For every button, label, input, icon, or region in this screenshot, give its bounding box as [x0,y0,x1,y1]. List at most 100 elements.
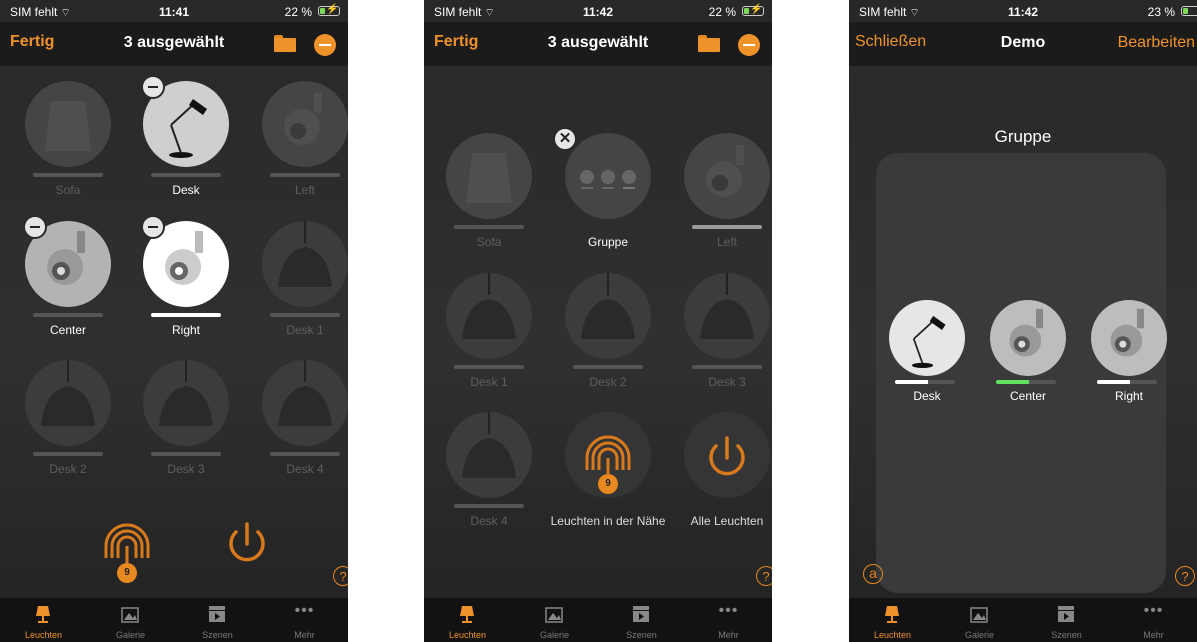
lamp-tab-icon [885,606,899,623]
group-member-center[interactable]: Center [988,300,1068,403]
minus-circle-icon[interactable] [738,34,760,56]
close-button[interactable]: Schließen [855,33,926,51]
status-bar: SIM fehlt ⌔ 11:42 23 % [849,0,1197,22]
lamp-tab-icon [36,606,50,623]
light-label: Desk [172,183,200,197]
group-member-right[interactable]: Right [1089,300,1169,403]
group-title: Gruppe [994,127,1052,146]
pendant-lamp-icon [565,273,651,359]
light-tile-desk[interactable]: Desk [131,75,241,201]
auto-icon[interactable]: a [863,564,883,584]
help-icon[interactable]: ? [333,566,348,586]
all-lights-tile[interactable]: Alle Leuchten [672,412,772,532]
light-label: Gruppe [587,235,629,249]
help-icon[interactable]: ? [1175,566,1195,586]
tab-szenen[interactable]: Szenen [1023,598,1110,642]
battery-icon: ⚡ [742,4,764,16]
light-label: Desk 1 [470,375,508,389]
power-icon [684,412,770,498]
all-lights-power-button[interactable] [204,500,290,586]
pendant-lamp-icon [446,273,532,359]
tab-szenen[interactable]: Szenen [598,598,685,642]
lamp-tab-icon [460,606,474,623]
tab-galerie[interactable]: Galerie [511,598,598,642]
light-label: Center [49,323,87,337]
light-label: Right [171,323,200,337]
battery-percent: 22 % [284,5,312,19]
tab-galerie[interactable]: Galerie [87,598,174,642]
folder-icon[interactable] [274,35,296,52]
tab-galerie[interactable]: Galerie [936,598,1023,642]
light-label: Sofa [476,235,502,249]
more-icon: ••• [1143,602,1164,619]
brightness-bar[interactable] [996,380,1056,384]
tab-mehr[interactable]: ••• Mehr [1110,598,1197,642]
folder-icon[interactable] [698,35,720,52]
battery-icon [1181,6,1197,16]
light-label: Desk 2 [589,375,627,389]
more-icon: ••• [718,602,739,619]
light-tile-desk-1[interactable]: Desk 1 [250,221,348,341]
remove-icon[interactable] [141,215,165,239]
pendant-lamp-icon [143,360,229,446]
nearby-count-badge: 9 [598,474,618,494]
light-tile-sofa[interactable]: Sofa [434,133,544,253]
battery-percent: 23 % [1147,5,1175,19]
light-tile-sofa[interactable]: Sofa [13,81,123,201]
done-button[interactable]: Fertig [434,33,478,51]
light-label: Desk 3 [708,375,746,389]
nearby-count-badge: 9 [117,563,137,583]
tab-bar: Leuchten Galerie Szenen ••• Mehr [0,598,348,642]
done-button[interactable]: Fertig [10,33,54,51]
nav-bar: Fertig 3 ausgewählt [424,22,772,66]
group-member-desk[interactable]: Desk [887,300,967,403]
member-label: Center [1009,389,1047,403]
tab-mehr[interactable]: ••• Mehr [685,598,772,642]
nearby-lights-button[interactable]: 9 [84,500,170,586]
remove-icon[interactable] [23,215,47,239]
edit-button[interactable]: Bearbeiten [1118,34,1195,52]
light-tile-desk-3[interactable]: Desk 3 [131,360,241,480]
battery-percent: 22 % [708,5,736,19]
battery-icon: ⚡ [318,4,340,16]
nav-bar: Fertig 3 ausgewählt [0,22,348,66]
tab-leuchten[interactable]: Leuchten [424,598,511,642]
light-tile-desk-2[interactable]: Desk 2 [13,360,123,480]
light-tile-right[interactable]: Right [131,215,241,341]
close-icon[interactable]: ✕ [553,127,577,151]
tab-leuchten[interactable]: Leuchten [0,598,87,642]
light-tile-desk-2[interactable]: Desk 2 [553,273,663,393]
nearby-lights-tile[interactable]: 9 Leuchten in der Nähe [551,412,665,532]
light-tile-desk-3[interactable]: Desk 3 [672,273,772,393]
tab-leuchten[interactable]: Leuchten [849,598,936,642]
clock: 11:42 [1007,5,1039,19]
light-tile-desk-1[interactable]: Desk 1 [434,273,544,393]
member-label: Right [1114,389,1143,403]
light-tile-left[interactable]: Left [672,133,772,253]
help-icon[interactable]: ? [756,566,772,586]
remove-icon[interactable] [141,75,165,99]
tab-mehr[interactable]: ••• Mehr [261,598,348,642]
light-label: Leuchten in der Nähe [550,514,666,528]
light-label: Desk 4 [470,514,508,528]
minus-circle-icon[interactable] [314,34,336,56]
brightness-bar[interactable] [1097,380,1157,384]
pendant-lamp-icon [25,360,111,446]
tab-bar: Leuchten Galerie Szenen ••• Mehr [424,598,772,642]
light-tile-desk-4[interactable]: Desk 4 [434,412,544,532]
light-tile-center[interactable]: Center [13,215,123,341]
light-tile-left[interactable]: Left [250,81,348,201]
brightness-bar[interactable] [895,380,955,384]
tab-bar: Leuchten Galerie Szenen ••• Mehr [849,598,1197,642]
spot-lamp-icon [1091,300,1167,376]
status-bar: SIM fehlt ⌔ 11:41 22 % ⚡ [0,0,348,22]
tab-szenen[interactable]: Szenen [174,598,261,642]
group-tile[interactable]: ✕ Gruppe [553,127,663,253]
lamp-icon [262,81,348,167]
screen-selection: SIM fehlt ⌔ 11:41 22 % ⚡ Fertig 3 ausgewä… [0,0,348,642]
scenes-icon [1058,606,1074,622]
gallery-icon [545,607,563,623]
spot-lamp-icon [684,133,770,219]
light-tile-desk-4[interactable]: Desk 4 [250,360,348,480]
pendant-lamp-icon [262,360,348,446]
